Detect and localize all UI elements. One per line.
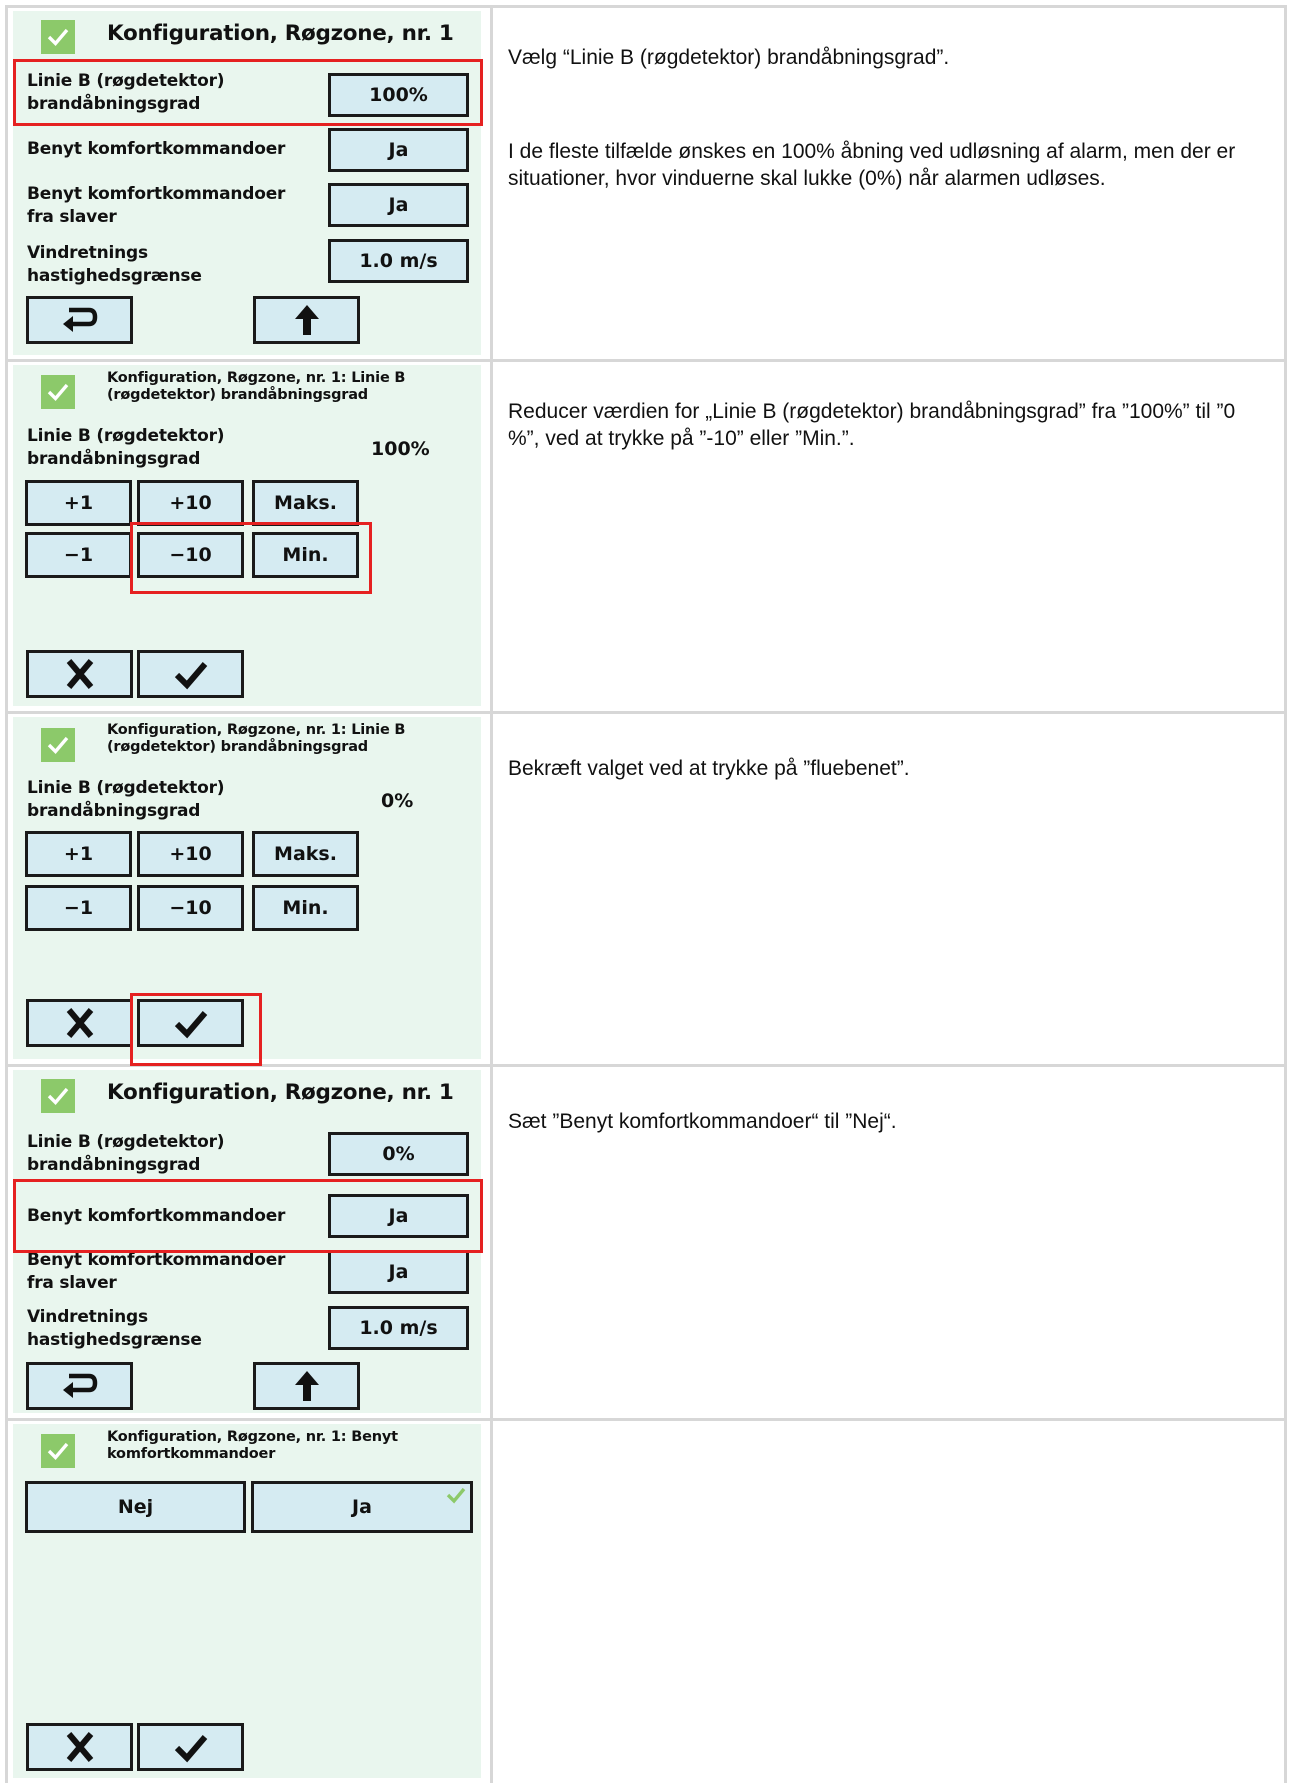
green-check-icon [41,375,75,409]
max-button[interactable]: Maks. [252,831,359,877]
cancel-button[interactable] [26,650,133,698]
up-arrow-icon [294,305,319,335]
screen-title: Konfiguration, Røgzone, nr. 1: Linie B (… [107,370,406,403]
setting-value-wind-speed-limit[interactable]: 1.0 m/s [328,239,469,283]
setting-label-fire-opening: Linie B (røgdetektor) brandåbningsgrad [27,1132,225,1175]
green-check-icon [41,1434,75,1468]
up-button[interactable] [253,1362,360,1410]
grid-right-border [1284,5,1287,1783]
green-check-icon [41,20,75,54]
value-label: Linie B (røgdetektor) brandåbningsgrad [27,778,225,821]
confirm-button[interactable] [137,650,244,698]
current-value: 100% [371,438,430,460]
grid-left-border [5,5,8,1783]
x-icon [66,1732,93,1762]
return-arrow-icon [62,307,97,332]
setting-value-comfort-from-slaves[interactable]: Ja [328,1250,469,1294]
plus-10-button[interactable]: +10 [137,831,244,877]
cancel-button[interactable] [26,1723,133,1771]
screen-title: Konfiguration, Røgzone, nr. 1 [107,1080,454,1105]
row-divider-4 [5,1418,1287,1421]
current-value: 0% [381,790,414,812]
setting-label-wind-speed-limit: Vindretnings hastighedsgrænse [27,243,202,286]
setting-value-comfort-commands[interactable]: Ja [328,128,469,172]
plus-1-button[interactable]: +1 [25,480,132,526]
green-check-icon [41,1079,75,1113]
checkmark-icon [174,662,207,690]
screen-title: Konfiguration, Røgzone, nr. 1: Linie B (… [107,722,406,755]
plus-10-button[interactable]: +10 [137,480,244,526]
highlight-comfort-commands-row [13,1179,483,1253]
highlight-decrease-buttons [130,522,372,594]
instruction-step-3: Bekræft valget ved at trykke på ”flueben… [508,757,910,780]
setting-value-wind-speed-limit[interactable]: 1.0 m/s [328,1306,469,1350]
option-ja-button[interactable]: Ja [251,1481,473,1533]
checkmark-icon [174,1735,207,1763]
min-button[interactable]: Min. [252,885,359,931]
grid-top-border [5,5,1287,8]
up-button[interactable] [253,296,360,344]
highlight-confirm-button [130,993,262,1066]
back-button[interactable] [26,1362,133,1410]
setting-label-comfort-from-slaves: Benyt komfortkommandoer fra slaver [27,1250,286,1293]
setting-label-comfort-commands: Benyt komfortkommandoer [27,139,286,159]
instruction-step-2: Reducer værdien for „Linie B (røgdetekto… [508,400,1236,450]
minus-10-button[interactable]: −10 [137,885,244,931]
row-divider-2 [5,711,1287,714]
row-divider-1 [5,359,1287,362]
instruction-step-4: Sæt ”Benyt komfortkommandoer“ til ”Nej“. [508,1110,897,1133]
grid-middle-divider [490,5,493,1783]
return-arrow-icon [62,1373,97,1398]
up-arrow-icon [294,1371,319,1401]
selected-check-icon [446,1487,466,1504]
instruction-step-1-note: I de fleste tilfælde ønskes en 100% åbni… [508,140,1236,190]
highlight-fire-opening-row [13,59,483,126]
setting-value-fire-opening[interactable]: 0% [328,1132,469,1176]
cancel-button[interactable] [26,999,133,1047]
minus-1-button[interactable]: −1 [25,532,132,578]
minus-1-button[interactable]: −1 [25,885,132,931]
screen-title: Konfiguration, Røgzone, nr. 1 [107,21,454,46]
confirm-button[interactable] [137,1723,244,1771]
setting-label-comfort-from-slaves: Benyt komfortkommandoer fra slaver [27,184,286,227]
screen-title: Konfiguration, Røgzone, nr. 1: Benyt kom… [107,1429,398,1462]
x-icon [66,1008,93,1038]
value-label: Linie B (røgdetektor) brandåbningsgrad [27,426,225,469]
plus-1-button[interactable]: +1 [25,831,132,877]
setting-label-wind-speed-limit: Vindretnings hastighedsgrænse [27,1307,202,1350]
back-button[interactable] [26,296,133,344]
option-nej-button[interactable]: Nej [25,1481,246,1533]
max-button[interactable]: Maks. [252,480,359,526]
option-ja-label: Ja [352,1496,372,1518]
setting-value-comfort-from-slaves[interactable]: Ja [328,183,469,227]
x-icon [66,659,93,689]
instruction-step-1: Vælg “Linie B (røgdetektor) brandåbnings… [508,46,950,69]
screen-choose-option: Konfiguration, Røgzone, nr. 1: Benyt kom… [13,1424,481,1778]
green-check-icon [41,728,75,762]
